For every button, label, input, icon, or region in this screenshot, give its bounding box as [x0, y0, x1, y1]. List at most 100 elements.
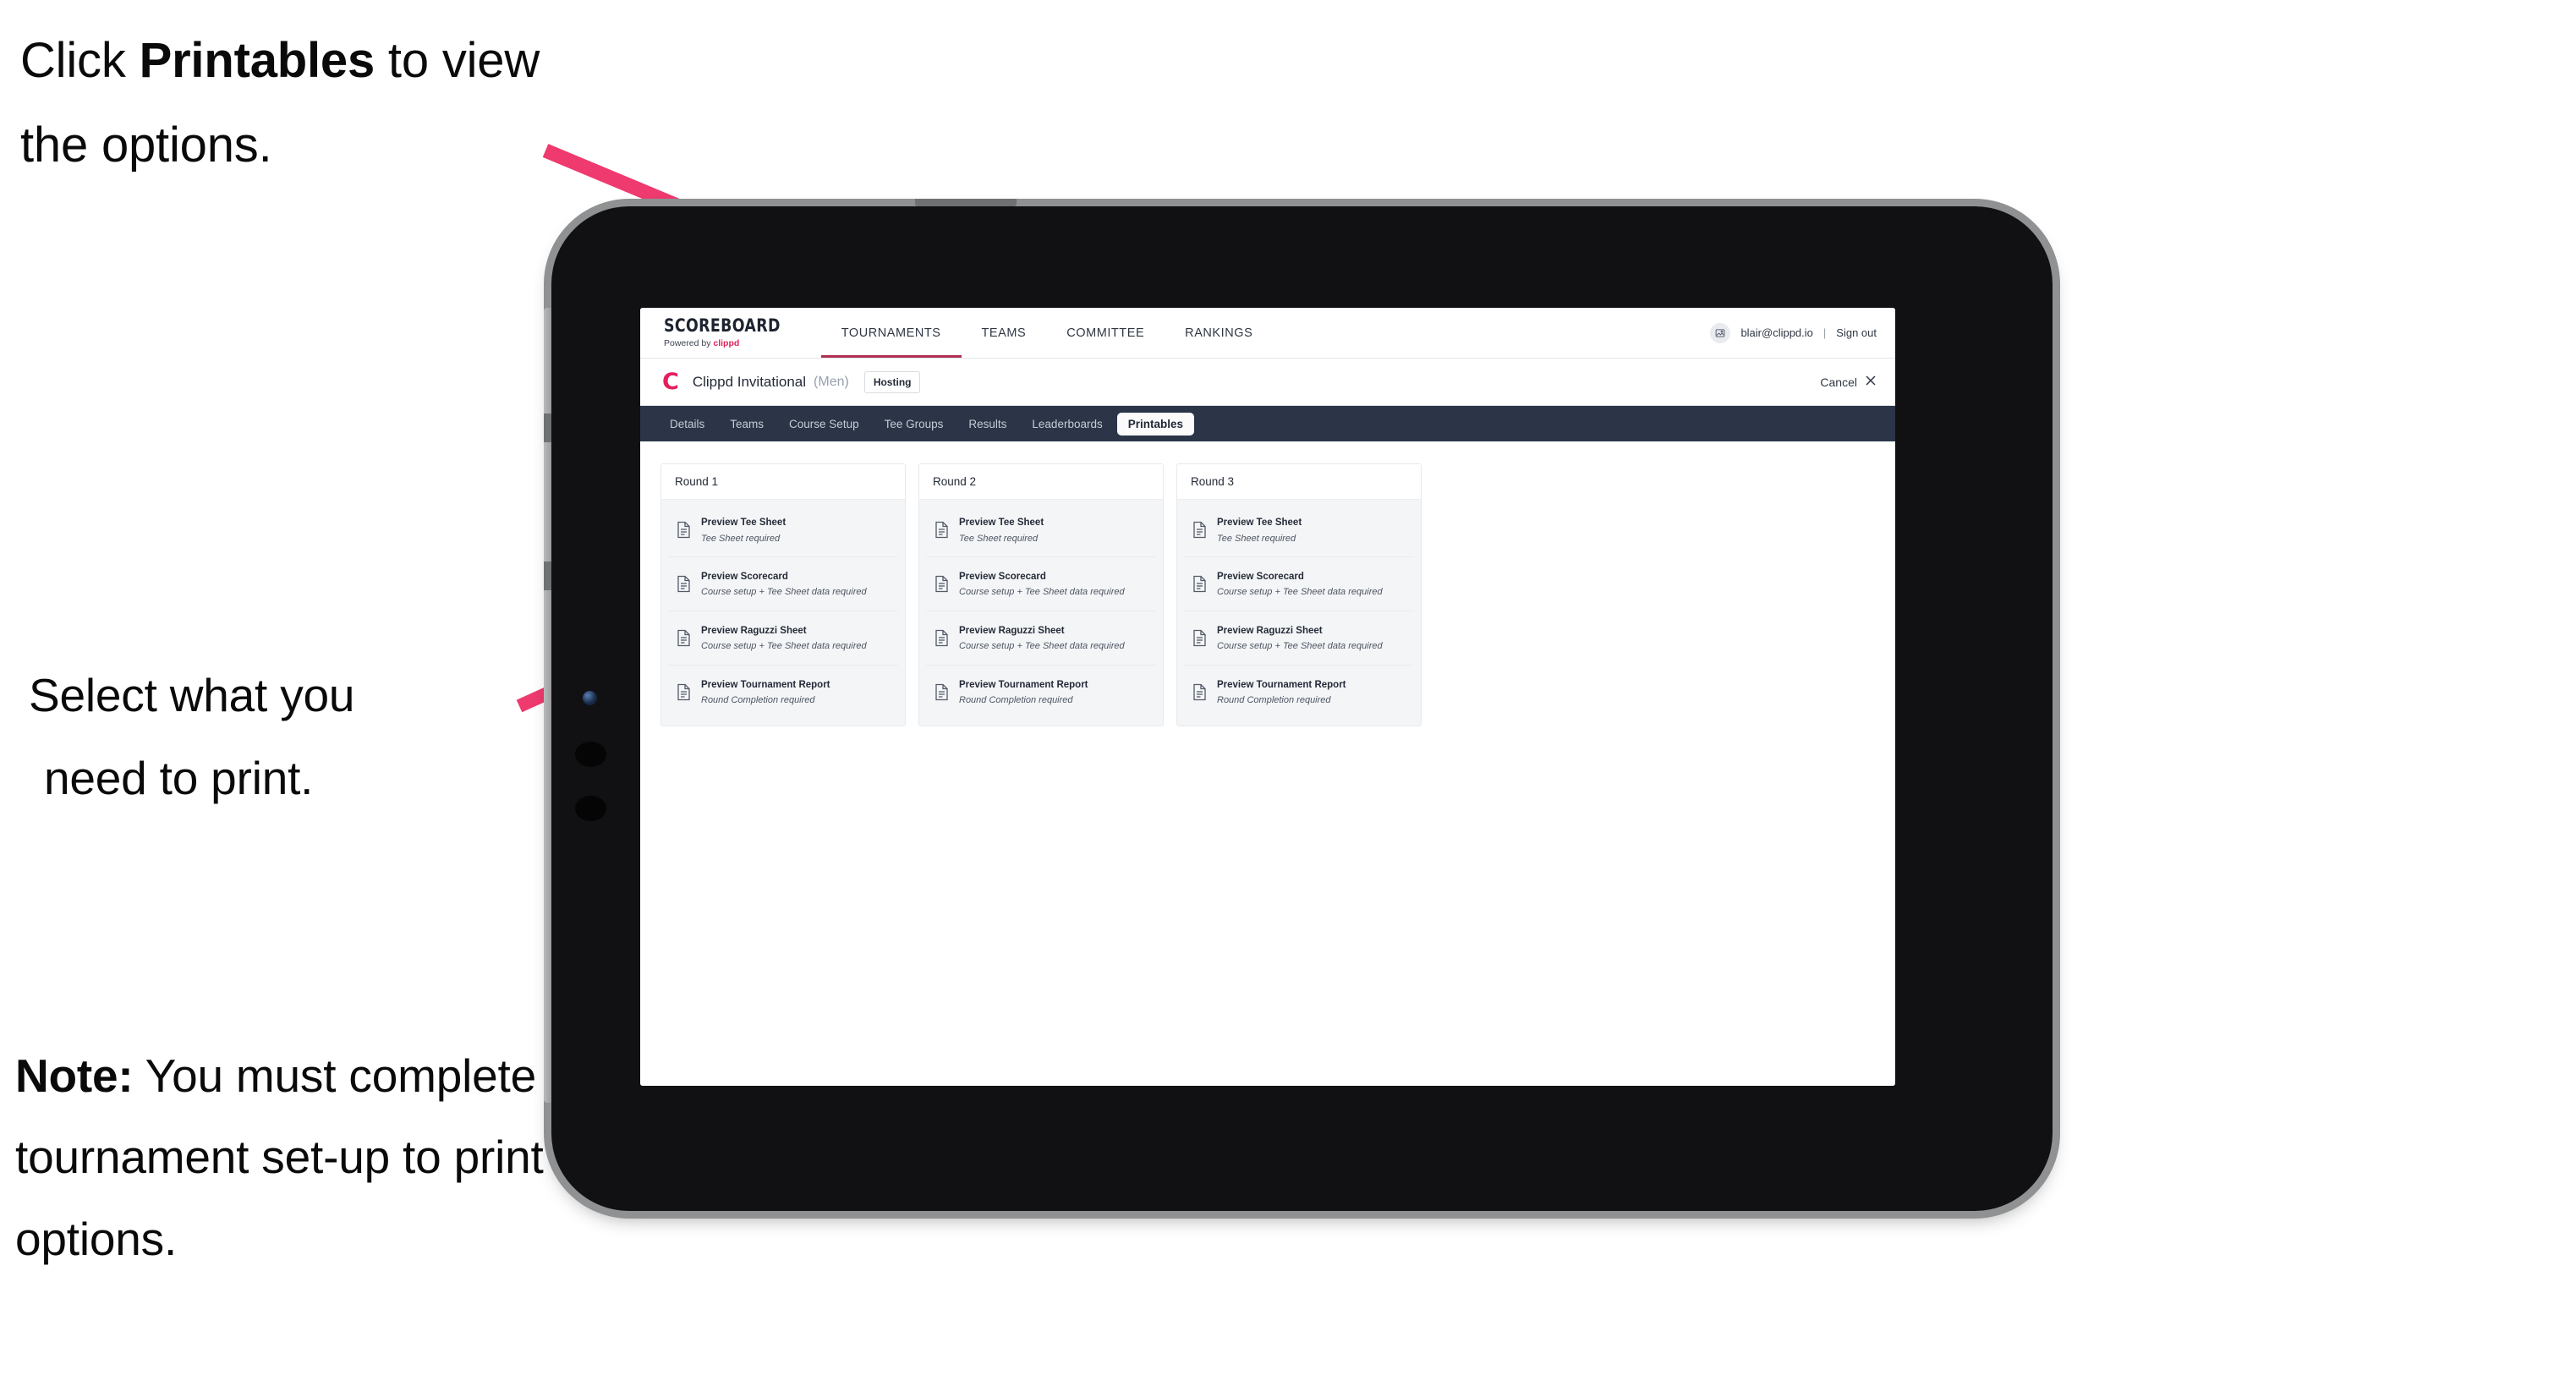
printable-row-scorecard[interactable]: Preview Scorecard Course setup + Tee She… [1184, 557, 1414, 611]
account-area: blair@clippd.io | Sign out [1710, 308, 1895, 358]
printable-row-tournament-report[interactable]: Preview Tournament Report Round Completi… [668, 666, 898, 719]
printable-text: Preview Scorecard Course setup + Tee She… [701, 568, 867, 600]
printable-subtitle: Tee Sheet required [701, 533, 781, 544]
printable-title: Preview Raguzzi Sheet [959, 625, 1065, 636]
printable-text: Preview Scorecard Course setup + Tee She… [959, 568, 1125, 600]
annotation-select-line1: Select what you [29, 669, 355, 721]
printable-row-raguzzi-sheet[interactable]: Preview Raguzzi Sheet Course setup + Tee… [926, 611, 1156, 666]
printable-row-scorecard[interactable]: Preview Scorecard Course setup + Tee She… [926, 557, 1156, 611]
tab-results[interactable]: Results [957, 413, 1017, 436]
round-items: Preview Tee Sheet Tee Sheet required Pre… [661, 500, 905, 726]
document-icon [1192, 521, 1207, 539]
document-icon [677, 521, 691, 539]
printable-subtitle: Course setup + Tee Sheet data required [701, 641, 867, 652]
printable-text: Preview Raguzzi Sheet Course setup + Tee… [701, 622, 867, 654]
printable-row-tee-sheet[interactable]: Preview Tee Sheet Tee Sheet required [1184, 503, 1414, 557]
ambient-light-sensor-icon [575, 796, 606, 821]
printable-title: Preview Scorecard [959, 571, 1046, 582]
rounds-container: Round 1 Preview Tee Sheet Tee Sheet requ… [660, 463, 1875, 726]
front-camera-icon [583, 691, 597, 705]
tab-label-results: Results [968, 417, 1007, 430]
document-icon [934, 521, 949, 539]
tournament-name: Clippd Invitational [692, 373, 807, 390]
document-icon [1192, 629, 1207, 647]
printable-subtitle: Course setup + Tee Sheet data required [701, 587, 867, 598]
hosting-status-badge: Hosting [863, 370, 921, 393]
round-title: Round 3 [1177, 464, 1421, 500]
document-icon [677, 575, 691, 593]
tab-label-printables: Printables [1127, 417, 1184, 430]
topnav-item-committee[interactable]: COMMITTEE [1046, 308, 1165, 358]
document-icon [677, 629, 691, 647]
tournament-tab-strip: Details Teams Course Setup Tee Groups Re… [640, 406, 1895, 441]
printable-row-tee-sheet[interactable]: Preview Tee Sheet Tee Sheet required [668, 503, 898, 557]
round-items: Preview Tee Sheet Tee Sheet required Pre… [919, 500, 1163, 726]
printable-row-tournament-report[interactable]: Preview Tournament Report Round Completi… [926, 666, 1156, 719]
printable-title: Preview Tournament Report [701, 679, 830, 690]
printable-text: Preview Tee Sheet Tee Sheet required [959, 514, 1044, 545]
printable-subtitle: Course setup + Tee Sheet data required [1217, 587, 1383, 598]
brand-powered-prefix: Powered by [664, 338, 714, 348]
topnav-label-teams: TEAMS [981, 326, 1027, 340]
printable-row-tournament-report[interactable]: Preview Tournament Report Round Completi… [1184, 666, 1414, 719]
tablet-screen: SCOREBOARD Powered by clippd TOURNAMENTS… [640, 308, 1895, 1086]
printable-text: Preview Tee Sheet Tee Sheet required [701, 514, 786, 545]
round-column: Round 1 Preview Tee Sheet Tee Sheet requ… [660, 463, 906, 726]
document-icon [934, 575, 949, 593]
close-icon [1865, 375, 1877, 390]
tournament-subheader: C Clippd Invitational (Men) Hosting Canc… [640, 359, 1895, 406]
volume-down-button[interactable] [544, 562, 551, 590]
tab-course-setup[interactable]: Course Setup [778, 413, 870, 436]
tab-label-tee-groups: Tee Groups [884, 417, 944, 430]
printable-row-scorecard[interactable]: Preview Scorecard Course setup + Tee She… [668, 557, 898, 611]
cancel-label: Cancel [1820, 375, 1857, 389]
account-separator: | [1822, 326, 1827, 339]
printable-text: Preview Tournament Report Round Completi… [959, 677, 1088, 708]
tab-tee-groups[interactable]: Tee Groups [874, 413, 955, 436]
annotation-note-label: Note: [15, 1049, 134, 1102]
document-icon [934, 629, 949, 647]
tab-printables[interactable]: Printables [1116, 412, 1195, 436]
tab-label-details: Details [670, 417, 705, 430]
round-title: Round 2 [919, 464, 1163, 500]
printable-subtitle: Course setup + Tee Sheet data required [959, 641, 1125, 652]
printable-title: Preview Raguzzi Sheet [701, 625, 807, 636]
tab-label-leaderboards: Leaderboards [1032, 417, 1103, 430]
user-avatar-icon[interactable] [1710, 322, 1731, 343]
user-email-label: blair@clippd.io [1740, 326, 1813, 339]
printable-subtitle: Course setup + Tee Sheet data required [959, 587, 1125, 598]
topnav-item-tournaments[interactable]: TOURNAMENTS [820, 308, 962, 358]
round-column: Round 2 Preview Tee Sheet Tee Sheet requ… [918, 463, 1164, 726]
topnav-item-rankings[interactable]: RANKINGS [1165, 308, 1273, 358]
tab-teams[interactable]: Teams [719, 413, 775, 436]
printable-subtitle: Tee Sheet required [1217, 533, 1296, 544]
annotation-click-bold: Printables [139, 33, 375, 88]
printable-title: Preview Scorecard [701, 571, 788, 582]
topnav-label-committee: COMMITTEE [1066, 326, 1145, 340]
tab-label-course-setup: Course Setup [789, 417, 859, 430]
document-icon [934, 683, 949, 701]
app-header: SCOREBOARD Powered by clippd TOURNAMENTS… [640, 308, 1895, 359]
top-speaker-grille [915, 199, 1017, 206]
printable-row-raguzzi-sheet[interactable]: Preview Raguzzi Sheet Course setup + Tee… [1184, 611, 1414, 666]
brand-subtitle: Powered by clippd [664, 338, 791, 348]
topnav-item-teams[interactable]: TEAMS [962, 308, 1047, 358]
tab-leaderboards[interactable]: Leaderboards [1021, 413, 1113, 436]
printable-text: Preview Tournament Report Round Completi… [1217, 677, 1346, 708]
document-icon [677, 683, 691, 701]
proximity-sensor-icon [575, 742, 606, 767]
printable-title: Preview Tee Sheet [701, 518, 787, 528]
scoreboard-logo[interactable]: SCOREBOARD Powered by clippd [640, 308, 809, 358]
cancel-button[interactable]: Cancel [1820, 375, 1877, 390]
printable-title: Preview Tee Sheet [959, 518, 1044, 528]
brand-clippd-word: clippd [713, 338, 740, 348]
clippd-logo-icon: C [662, 369, 679, 395]
printable-subtitle: Round Completion required [959, 695, 1073, 706]
round-title: Round 1 [661, 464, 905, 500]
tab-details[interactable]: Details [659, 413, 715, 436]
volume-up-button[interactable] [544, 414, 551, 442]
printable-subtitle: Round Completion required [1217, 695, 1331, 706]
sign-out-button[interactable]: Sign out [1836, 326, 1877, 339]
printable-row-raguzzi-sheet[interactable]: Preview Raguzzi Sheet Course setup + Tee… [668, 611, 898, 666]
printable-row-tee-sheet[interactable]: Preview Tee Sheet Tee Sheet required [926, 503, 1156, 557]
